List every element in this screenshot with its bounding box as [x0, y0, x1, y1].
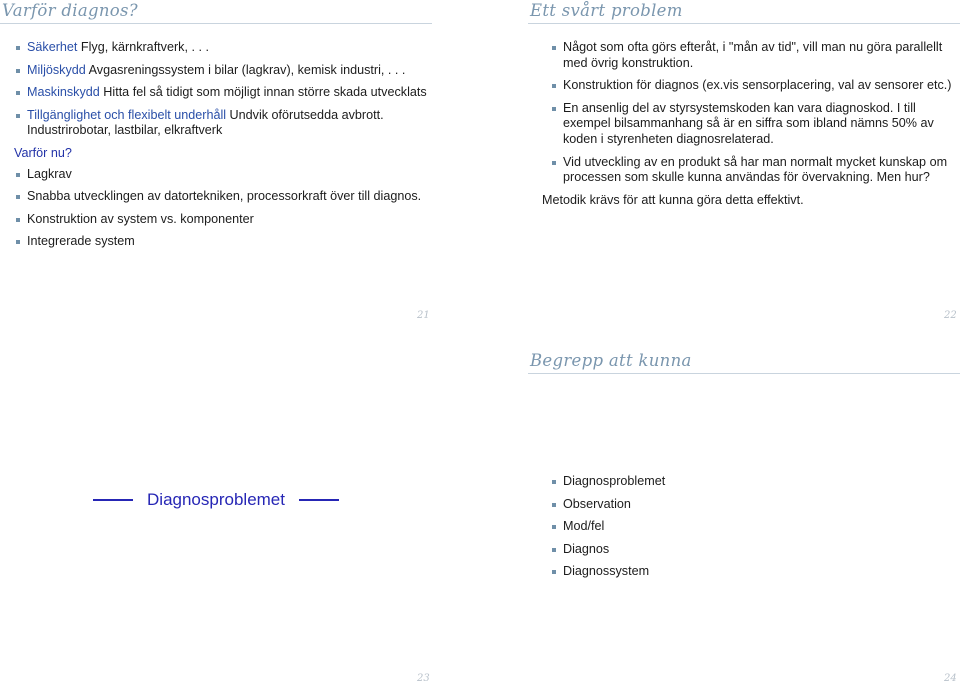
page-number-23: 23 [417, 673, 430, 684]
slide-22: Ett svårt problem Något som ofta görs ef… [528, 0, 960, 340]
page-number-22: 22 [944, 310, 957, 321]
list-item: En ansenlig del av styrsystemskoden kan … [550, 101, 956, 148]
list-item: Vid utveckling av en produkt så har man … [550, 155, 956, 186]
slide-24: Begrepp att kunna Diagnosproblemet Obser… [528, 350, 960, 697]
section-title-group: Diagnosproblemet [0, 490, 432, 510]
slide-23: Diagnosproblemet [0, 350, 432, 697]
page-number-21: 21 [417, 310, 430, 321]
slide-22-title: Ett svårt problem [530, 1, 683, 20]
slide-21-itemize: Säkerhet Flyg, kärnkraftverk, . . . Milj… [14, 40, 428, 139]
list-item: Något som ofta görs efteråt, i "mån av t… [550, 40, 956, 71]
list-item: Diagnosproblemet [550, 474, 956, 490]
page-number-24: 24 [944, 673, 957, 684]
slide-22-body: Något som ofta görs efteråt, i "mån av t… [528, 24, 960, 208]
section-title: Diagnosproblemet [147, 490, 285, 509]
list-item: Integrerade system [14, 234, 428, 250]
list-item: Observation [550, 497, 956, 513]
list-item: Lagkrav [14, 167, 428, 183]
item-keyword: Tillgänglighet och flexibelt underhåll [27, 107, 227, 122]
slide-21-body: Säkerhet Flyg, kärnkraftverk, . . . Milj… [0, 24, 432, 250]
section-rule-right [298, 499, 339, 501]
list-item: Snabba utvecklingen av datortekniken, pr… [14, 189, 428, 205]
slide-21-block-itemize: Lagkrav Snabba utvecklingen av datortekn… [14, 167, 428, 250]
list-item: Maskinskydd Hitta fel så tidigt som möjl… [14, 85, 428, 101]
list-item: Säkerhet Flyg, kärnkraftverk, . . . [14, 40, 428, 56]
list-item: Tillgänglighet och flexibelt underhåll U… [14, 108, 428, 139]
slide-21-title: Varför diagnos? [2, 1, 138, 20]
item-keyword: Maskinskydd [27, 85, 100, 100]
item-text: Hitta fel så tidigt som möjligt innan st… [99, 85, 427, 100]
item-text: Avgasreningssystem i bilar (lagkrav), ke… [85, 62, 406, 77]
list-item: Mod/fel [550, 519, 956, 535]
slide-21-block-title: Varför nu? [14, 145, 72, 160]
list-item: Diagnos [550, 542, 956, 558]
item-keyword: Miljöskydd [27, 62, 86, 77]
slide-21: Varför diagnos? Säkerhet Flyg, kärnkraft… [0, 0, 432, 340]
list-item: Konstruktion för diagnos (ex.vis sensorp… [550, 78, 956, 94]
slide-24-itemize: Diagnosproblemet Observation Mod/fel Dia… [550, 474, 956, 580]
list-item: Diagnossystem [550, 564, 956, 580]
slide-22-itemize: Något som ofta görs efteråt, i "mån av t… [550, 40, 956, 186]
list-item: Miljöskydd Avgasreningssystem i bilar (l… [14, 63, 428, 79]
section-rule-left [93, 499, 134, 501]
slide-22-closing-text: Metodik krävs för att kunna göra detta e… [542, 192, 804, 207]
item-text: Flyg, kärnkraftverk, . . . [77, 40, 209, 54]
slide-24-body: Diagnosproblemet Observation Mod/fel Dia… [528, 374, 960, 580]
item-keyword: Säkerhet [27, 40, 78, 54]
list-item: Konstruktion av system vs. komponenter [14, 212, 428, 228]
slide-24-title: Begrepp att kunna [530, 351, 692, 370]
